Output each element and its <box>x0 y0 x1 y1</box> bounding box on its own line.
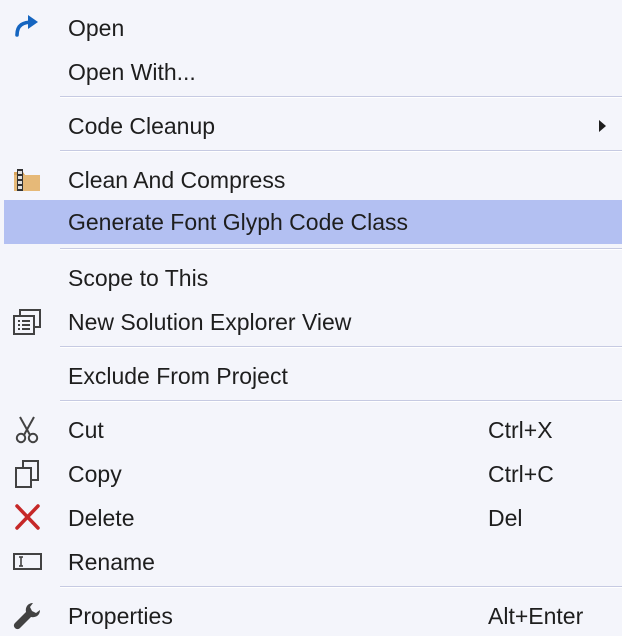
submenu-arrow-icon <box>599 120 606 132</box>
wrench-icon <box>11 602 43 630</box>
menu-item-new-solution-explorer-view[interactable]: New Solution Explorer View <box>0 300 622 344</box>
menu-item-generate-font-glyph-code-class[interactable]: Generate Font Glyph Code Class <box>4 200 622 244</box>
redo-arrow-icon <box>11 14 43 42</box>
menu-item-label: Open With... <box>68 59 196 85</box>
menu-item-label: New Solution Explorer View <box>68 309 352 335</box>
copy-icon <box>11 460 43 488</box>
scissors-icon <box>11 416 43 444</box>
menu-item-label: Generate Font Glyph Code Class <box>68 209 409 235</box>
menu-item-copy[interactable]: Copy Ctrl+C <box>0 452 622 496</box>
menu-item-clean-and-compress[interactable]: Clean And Compress <box>0 158 622 202</box>
menu-item-label: Open <box>68 15 125 41</box>
menu-item-label: Rename <box>68 549 155 575</box>
menu-item-open-with[interactable]: Open With... <box>0 50 622 94</box>
menu-item-label: Delete <box>68 505 135 531</box>
new-window-list-icon <box>11 308 43 336</box>
rename-textbox-icon <box>11 548 43 576</box>
menu-item-shortcut: Ctrl+C <box>488 461 554 487</box>
delete-x-icon <box>11 504 43 532</box>
menu-item-label: Exclude From Project <box>68 363 288 389</box>
menu-item-label: Copy <box>68 461 122 487</box>
menu-item-shortcut: Ctrl+X <box>488 417 553 443</box>
menu-item-open[interactable]: Open <box>0 6 622 50</box>
menu-separator <box>60 248 622 250</box>
context-menu: Open Open With... Code Cleanup Clean And… <box>0 0 622 636</box>
menu-item-label: Code Cleanup <box>68 113 216 139</box>
menu-item-label: Clean And Compress <box>68 167 286 193</box>
menu-item-shortcut: Alt+Enter <box>488 603 584 629</box>
menu-item-delete[interactable]: Delete Del <box>0 496 622 540</box>
menu-item-shortcut: Del <box>488 505 523 531</box>
menu-item-label: Scope to This <box>68 265 209 291</box>
menu-item-label: Properties <box>68 603 173 629</box>
folder-archive-icon <box>11 166 43 194</box>
menu-separator <box>60 346 622 348</box>
menu-separator <box>60 96 622 98</box>
menu-item-properties[interactable]: Properties Alt+Enter <box>0 594 622 636</box>
menu-item-rename[interactable]: Rename <box>0 540 622 584</box>
menu-item-code-cleanup[interactable]: Code Cleanup <box>0 104 622 148</box>
menu-item-exclude-from-project[interactable]: Exclude From Project <box>0 354 622 398</box>
menu-separator <box>60 400 622 402</box>
menu-separator <box>60 586 622 588</box>
menu-item-scope-to-this[interactable]: Scope to This <box>0 256 622 300</box>
menu-item-label: Cut <box>68 417 104 443</box>
menu-item-cut[interactable]: Cut Ctrl+X <box>0 408 622 452</box>
menu-separator <box>60 150 622 152</box>
